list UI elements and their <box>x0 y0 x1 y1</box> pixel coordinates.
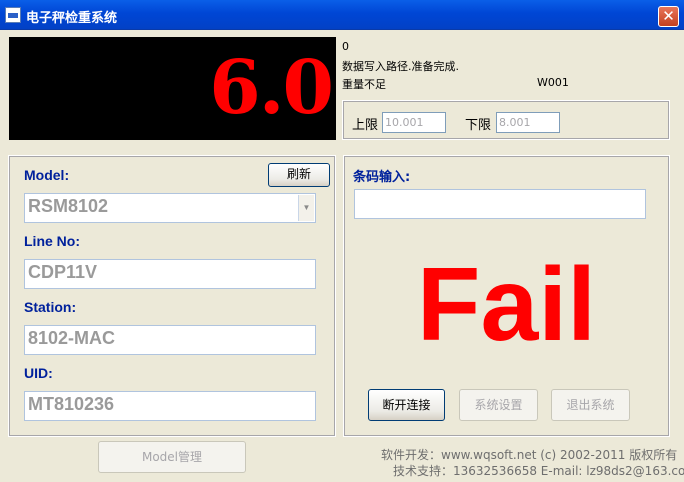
footer-copyright: 软件开发：www.wqsoft.net (c) 2002-2011 版权所有 <box>381 448 678 462</box>
message-line-1: 0 <box>342 40 349 53</box>
message-line-2: 数据写入路径.准备完成. <box>342 60 459 73</box>
weight-display: 6.0 <box>9 37 336 140</box>
uid-field[interactable]: MT810236 <box>24 391 316 421</box>
upper-limit-field[interactable]: 10.001 <box>382 112 446 133</box>
uid-label: UID: <box>24 365 53 381</box>
upper-limit-label: 上限 <box>352 118 379 133</box>
footer-support: 技术支持：13632536658 E-mail: lz98ds2@163.com <box>393 464 684 478</box>
lower-limit-label: 下限 <box>465 118 492 133</box>
model-manage-button[interactable]: Model管理 <box>98 441 246 473</box>
title-bar[interactable]: 电子秤检重系统 ✕ <box>0 0 684 30</box>
system-settings-button[interactable]: 系统设置 <box>459 389 538 421</box>
disconnect-button[interactable]: 断开连接 <box>368 389 445 421</box>
model-label: Model: <box>24 167 70 183</box>
station-label: Station: <box>24 299 77 315</box>
exit-system-button[interactable]: 退出系统 <box>551 389 630 421</box>
barcode-input[interactable] <box>354 189 646 219</box>
close-button[interactable]: ✕ <box>658 6 679 27</box>
chevron-down-icon[interactable]: ▼ <box>298 195 314 221</box>
barcode-label: 条码输入: <box>353 170 411 185</box>
station-code: W001 <box>537 76 569 89</box>
weight-status: 重量不足 <box>342 78 386 91</box>
weight-value: 6.0 <box>209 45 334 131</box>
app-icon[interactable] <box>5 7 21 23</box>
window-title: 电子秤检重系统 <box>26 11 118 26</box>
main-window: 电子秤检重系统 ✕ 6.0 0 数据写入路径.准备完成. 重量不足 W001 上… <box>0 0 684 482</box>
station-field[interactable]: 8102-MAC <box>24 325 316 355</box>
result-status: Fail <box>416 247 597 363</box>
line-no-field[interactable]: CDP11V <box>24 259 316 289</box>
model-select-value: RSM8102 <box>28 196 109 216</box>
close-icon: ✕ <box>662 7 675 25</box>
lower-limit-field[interactable]: 8.001 <box>496 112 560 133</box>
refresh-button[interactable]: 刷新 <box>268 163 330 187</box>
model-select[interactable]: RSM8102 ▼ <box>24 193 316 223</box>
line-no-label: Line No: <box>24 233 80 249</box>
